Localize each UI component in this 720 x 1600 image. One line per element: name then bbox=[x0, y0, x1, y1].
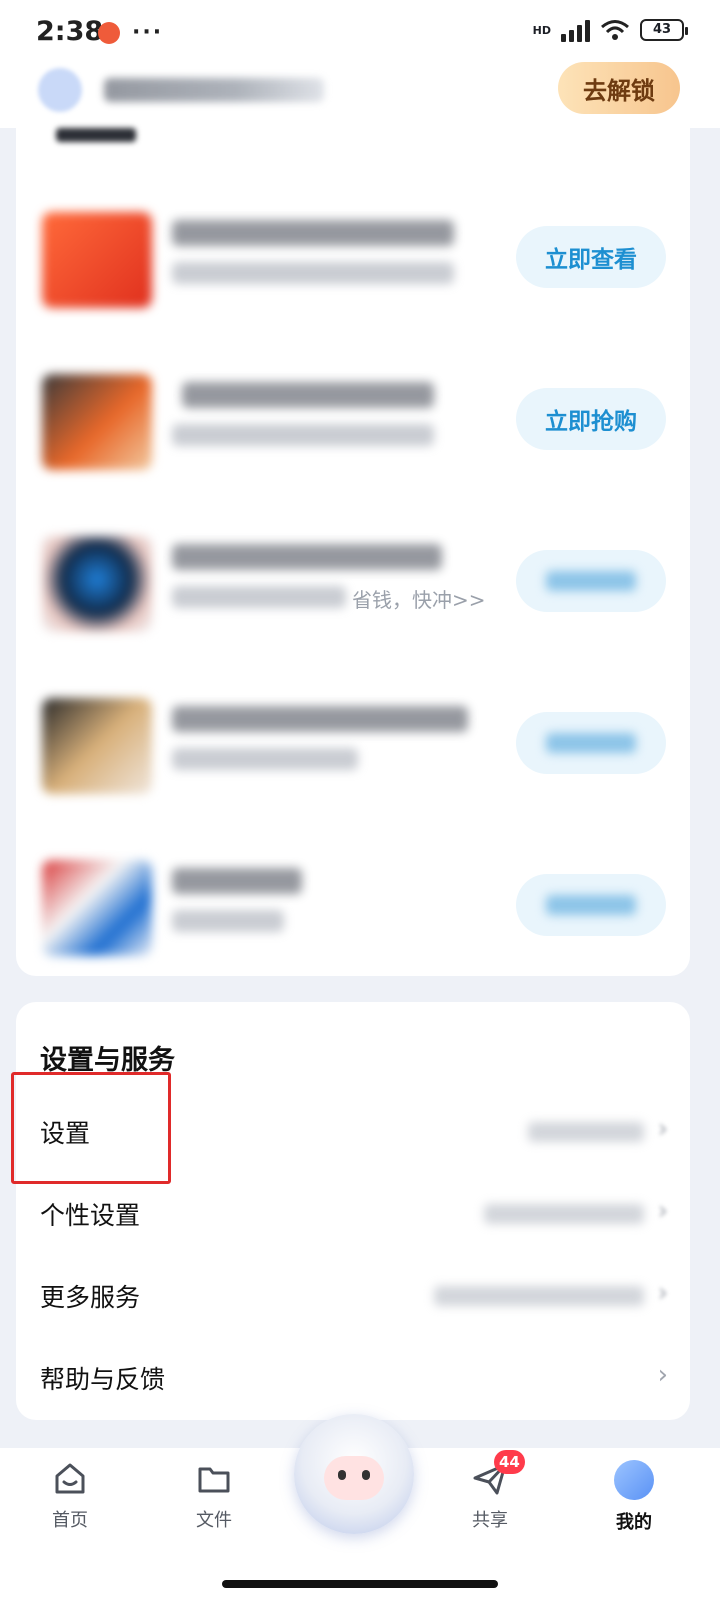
promo-item[interactable]: 省钱，快冲>> bbox=[16, 528, 690, 648]
signal-icon bbox=[561, 18, 590, 42]
more-notifications-icon: ··· bbox=[132, 20, 164, 45]
product-image bbox=[42, 860, 152, 956]
promo-title-blurred bbox=[172, 868, 302, 894]
battery-icon: 43 bbox=[640, 19, 688, 41]
promo-card: 立即查看 立即抢购 省钱，快冲>> bbox=[16, 128, 690, 976]
promo-subtitle-blurred bbox=[172, 748, 358, 770]
highlight-annotation bbox=[11, 1072, 171, 1184]
settings-row-help-feedback[interactable]: 帮助与反馈 › bbox=[16, 1338, 690, 1420]
nav-item-me[interactable]: 我的 bbox=[584, 1460, 684, 1534]
promo-subtitle-blurred bbox=[172, 262, 454, 284]
system-icons: HD 43 bbox=[532, 18, 688, 42]
settings-row-personalization[interactable]: 个性设置 › bbox=[16, 1174, 690, 1256]
chevron-right-icon: › bbox=[657, 1196, 668, 1226]
settings-label: 帮助与反馈 bbox=[40, 1365, 166, 1394]
avatar[interactable] bbox=[38, 68, 82, 112]
home-icon bbox=[55, 1463, 85, 1494]
promo-action-button-blurred[interactable] bbox=[516, 550, 666, 612]
settings-label: 更多服务 bbox=[40, 1283, 141, 1312]
promo-item[interactable] bbox=[16, 690, 690, 810]
settings-row-more-services[interactable]: 更多服务 › bbox=[16, 1256, 690, 1338]
chevron-right-icon: › bbox=[657, 1114, 668, 1144]
promo-action-button-blurred[interactable] bbox=[516, 712, 666, 774]
settings-hint-blurred bbox=[528, 1122, 644, 1142]
unlock-button[interactable]: 去解锁 bbox=[558, 62, 680, 114]
nav-label: 文件 bbox=[196, 1510, 232, 1531]
mascot-center-button[interactable] bbox=[294, 1414, 414, 1534]
settings-label: 个性设置 bbox=[40, 1201, 141, 1230]
nav-label: 首页 bbox=[52, 1510, 88, 1531]
promo-item[interactable]: 立即查看 bbox=[16, 204, 690, 324]
mascot-face bbox=[324, 1456, 384, 1500]
wifi-icon bbox=[601, 20, 629, 40]
promo-title-blurred bbox=[172, 544, 442, 570]
nav-label: 共享 bbox=[472, 1510, 508, 1531]
promo-subtitle-blurred bbox=[172, 586, 346, 608]
nav-label: 我的 bbox=[616, 1512, 652, 1533]
settings-services-card: 设置与服务 设置 › 个性设置 › 更多服务 › 帮助与反馈 › bbox=[11, 1002, 690, 1420]
username-blurred bbox=[104, 78, 324, 102]
promo-item[interactable]: 立即抢购 bbox=[16, 366, 690, 486]
product-image bbox=[42, 374, 152, 470]
notification-icons: ··· bbox=[98, 20, 163, 45]
chevron-right-icon: › bbox=[657, 1360, 668, 1390]
chevron-right-icon: › bbox=[657, 1278, 668, 1308]
settings-hint-blurred bbox=[434, 1286, 644, 1306]
status-bar: 2:38 ··· HD 43 bbox=[0, 0, 720, 62]
promo-title-blurred bbox=[172, 220, 454, 246]
account-header: 去解锁 bbox=[0, 62, 720, 128]
profile-avatar-icon bbox=[614, 1460, 654, 1500]
promo-subtitle-blurred bbox=[172, 910, 284, 932]
product-image bbox=[42, 698, 152, 794]
gift-box-image bbox=[42, 212, 152, 308]
promo-subtitle-blurred bbox=[172, 424, 434, 446]
nav-item-share[interactable]: 44 共享 bbox=[440, 1450, 540, 1532]
promo-top-text-blurred bbox=[56, 128, 136, 142]
nav-item-files[interactable]: 文件 bbox=[164, 1460, 264, 1532]
status-time: 2:38 bbox=[36, 16, 104, 47]
product-image bbox=[42, 536, 152, 632]
bottom-nav: 首页 文件 44 共享 我的 bbox=[0, 1414, 720, 1600]
app-notification-icon bbox=[98, 21, 120, 44]
promo-item[interactable] bbox=[16, 852, 690, 972]
promo-subtitle: 省钱，快冲>> bbox=[352, 588, 486, 612]
buy-now-button[interactable]: 立即抢购 bbox=[516, 388, 666, 450]
notification-badge: 44 bbox=[494, 1450, 525, 1474]
home-indicator[interactable] bbox=[222, 1580, 498, 1588]
promo-title-blurred bbox=[172, 706, 468, 732]
network-label: HD bbox=[532, 23, 551, 37]
settings-hint-blurred bbox=[484, 1204, 644, 1224]
promo-action-button-blurred[interactable] bbox=[516, 874, 666, 936]
nav-item-home[interactable]: 首页 bbox=[20, 1460, 120, 1532]
folder-icon bbox=[198, 1467, 230, 1493]
promo-title-blurred bbox=[182, 382, 434, 408]
view-now-button[interactable]: 立即查看 bbox=[516, 226, 666, 288]
